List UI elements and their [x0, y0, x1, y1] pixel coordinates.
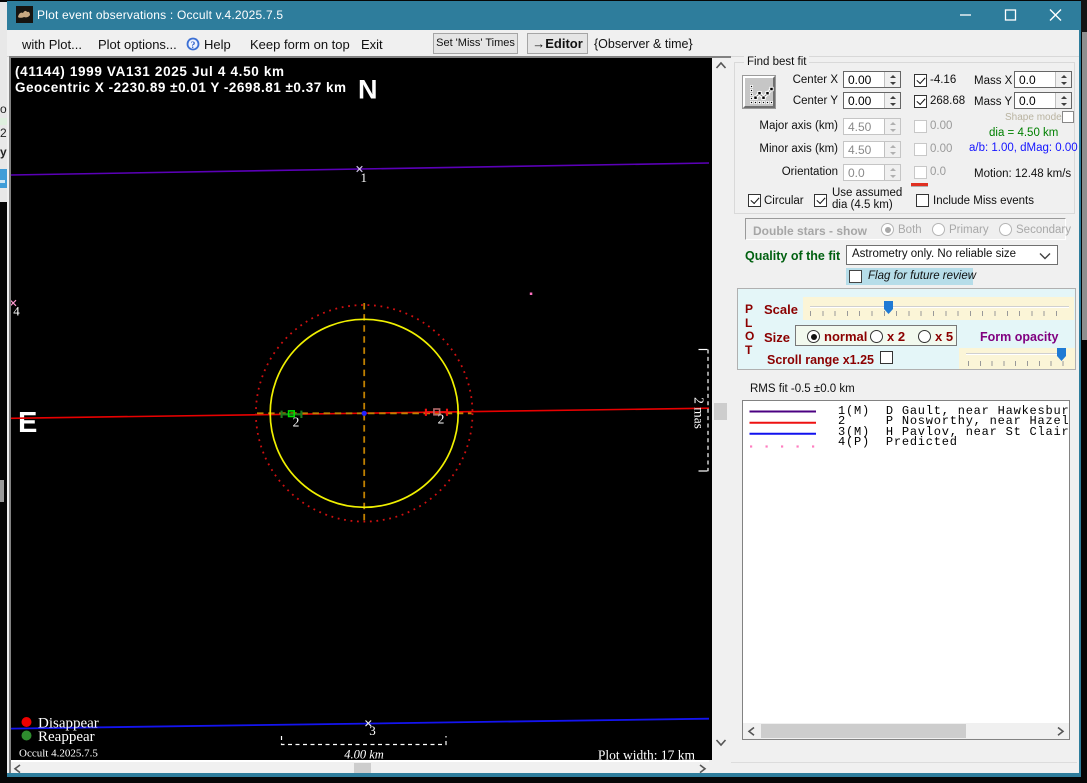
svg-text:N: N: [358, 75, 378, 105]
svg-text:1: 1: [361, 170, 368, 185]
svg-text:4: 4: [13, 304, 20, 319]
svg-text:3: 3: [369, 723, 376, 738]
svg-text:(41144) 1999 VA131 2025 Jul 4: (41144) 1999 VA131 2025 Jul 4 4.50 km: [15, 64, 284, 79]
svg-text:?: ?: [191, 41, 196, 51]
svg-text:Occult 4.2025.7.5: Occult 4.2025.7.5: [19, 748, 98, 760]
svg-text:Plot width: 17 km: Plot width: 17 km: [598, 748, 696, 762]
svg-text:2: 2: [438, 412, 445, 427]
svg-text:Geocentric X -2230.89 ±0.01: Geocentric X -2230.89 ±0.01 Y -2698.81 ±…: [15, 80, 346, 95]
svg-text:Reappear: Reappear: [38, 729, 95, 745]
svg-text:4.00 km: 4.00 km: [344, 748, 384, 762]
svg-text:E: E: [18, 407, 37, 439]
svg-text:2: 2: [293, 415, 300, 430]
svg-text:2 mas: 2 mas: [692, 397, 707, 429]
